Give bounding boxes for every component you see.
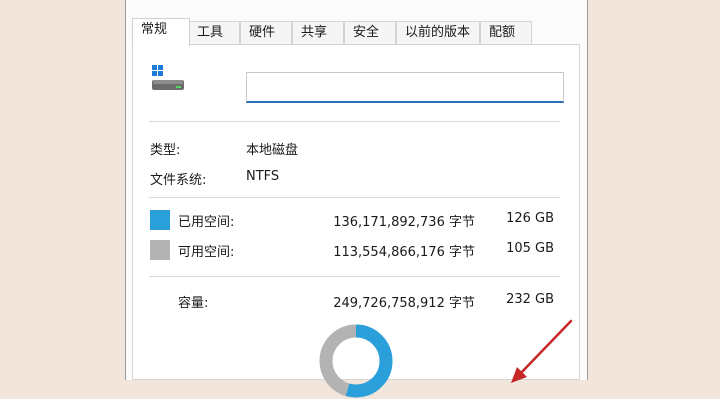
type-label: 类型: xyxy=(150,143,181,158)
tab-security[interactable]: 安全 xyxy=(344,21,396,44)
tab-sharing[interactable]: 共享 xyxy=(292,21,344,44)
capacity-label: 容量: xyxy=(178,296,209,311)
separator xyxy=(149,276,560,277)
tab-quota[interactable]: 配额 xyxy=(480,21,532,44)
used-space-label: 已用空间: xyxy=(178,215,235,230)
free-space-gb: 105 GB xyxy=(506,241,554,256)
separator xyxy=(149,197,560,198)
capacity-gb: 232 GB xyxy=(506,292,554,307)
tab-previous-versions[interactable]: 以前的版本 xyxy=(396,21,480,44)
drive-name-input[interactable] xyxy=(246,72,564,103)
type-value: 本地磁盘 xyxy=(246,143,299,158)
free-space-swatch xyxy=(150,240,170,260)
tab-hardware[interactable]: 硬件 xyxy=(240,21,292,44)
used-space-bytes: 136,171,892,736 字节 xyxy=(333,215,475,230)
used-space-swatch xyxy=(150,210,170,230)
separator xyxy=(149,121,560,122)
filesystem-label: 文件系统: xyxy=(150,173,207,188)
drive-icon xyxy=(152,65,184,90)
free-space-label: 可用空间: xyxy=(178,245,235,260)
filesystem-value: NTFS xyxy=(246,169,280,184)
red-arrow xyxy=(511,319,573,383)
capacity-bytes: 249,726,758,912 字节 xyxy=(333,296,475,311)
free-space-bytes: 113,554,866,176 字节 xyxy=(333,245,475,260)
tab-general[interactable]: 常规 xyxy=(132,18,190,46)
usage-donut-chart xyxy=(319,324,393,398)
used-space-gb: 126 GB xyxy=(506,211,554,226)
tab-tools[interactable]: 工具 xyxy=(188,21,240,44)
